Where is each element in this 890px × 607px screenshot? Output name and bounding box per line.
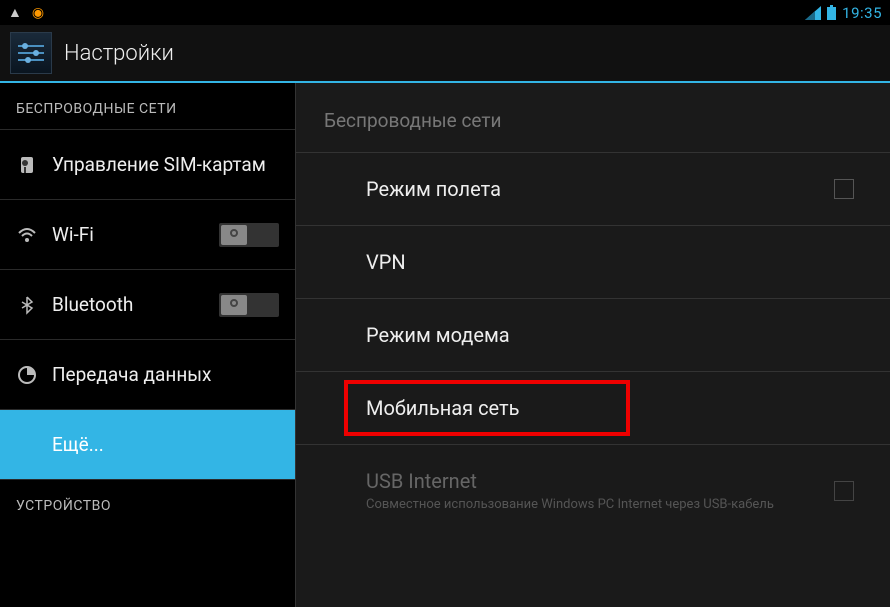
sidebar-section-wireless: БЕСПРОВОДНЫЕ СЕТИ — [0, 83, 295, 129]
panel-item-airplane[interactable]: Режим полета — [296, 152, 890, 225]
status-clock: 19:35 — [842, 4, 882, 22]
panel-label-airplane: Режим полета — [366, 177, 501, 201]
wifi-toggle[interactable] — [219, 223, 279, 247]
panel-item-vpn[interactable]: VPN — [296, 225, 890, 298]
battery-icon — [827, 5, 836, 20]
settings-icon — [10, 32, 52, 74]
sidebar-label-data: Передача данных — [52, 363, 211, 386]
status-bar: ▲ ◉ 19:35 — [0, 0, 890, 25]
sidebar-item-sim[interactable]: Управление SIM-картам — [0, 129, 295, 199]
panel-label-tether: Режим модема — [366, 323, 510, 347]
sidebar-item-data[interactable]: Передача данных — [0, 339, 295, 409]
panel-item-tether[interactable]: Режим модема — [296, 298, 890, 371]
sidebar-item-bluetooth[interactable]: Bluetooth — [0, 269, 295, 339]
sidebar-label-sim: Управление SIM-картам — [52, 153, 266, 176]
wifi-icon — [16, 224, 38, 246]
sidebar-item-wifi[interactable]: Wi-Fi — [0, 199, 295, 269]
panel-label-vpn: VPN — [366, 250, 406, 274]
sidebar-label-wifi: Wi-Fi — [52, 223, 94, 246]
sync-icon: ◉ — [32, 5, 44, 21]
app-header: Настройки — [0, 25, 890, 83]
sidebar-label-bluetooth: Bluetooth — [52, 293, 133, 316]
main-panel: Беспроводные сети Режим полета VPN Режим… — [295, 83, 890, 607]
panel-label-usb: USB Internet — [366, 469, 774, 493]
signal-icon — [805, 6, 821, 20]
sim-icon — [16, 154, 38, 176]
sidebar-item-more[interactable]: Ещё... — [0, 409, 295, 479]
panel-item-mobile[interactable]: Мобильная сеть — [296, 371, 890, 444]
panel-header: Беспроводные сети — [296, 83, 890, 152]
sidebar: БЕСПРОВОДНЫЕ СЕТИ Управление SIM-картам … — [0, 83, 295, 607]
panel-sub-usb: Совместное использование Windows PC Inte… — [366, 497, 774, 512]
panel-label-mobile: Мобильная сеть — [366, 396, 520, 420]
blank-icon — [16, 434, 38, 456]
bluetooth-toggle[interactable] — [219, 293, 279, 317]
panel-item-usb: USB Internet Совместное использование Wi… — [296, 444, 890, 536]
warning-icon: ▲ — [8, 4, 22, 21]
sidebar-section-device: УСТРОЙСТВО — [0, 479, 295, 526]
data-usage-icon — [16, 364, 38, 386]
airplane-checkbox[interactable] — [834, 179, 854, 199]
sidebar-label-more: Ещё... — [52, 433, 104, 456]
usb-checkbox — [834, 481, 854, 501]
page-title: Настройки — [64, 41, 174, 66]
bluetooth-icon — [16, 294, 38, 316]
